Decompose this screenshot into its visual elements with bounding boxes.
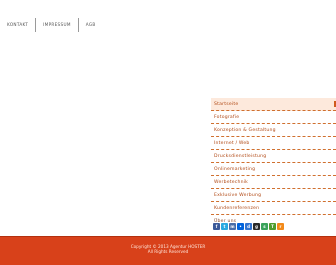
- menu-item-internet-web[interactable]: Internet / Web: [211, 137, 336, 150]
- twitter-icon[interactable]: t: [221, 223, 228, 230]
- nav-link-agb[interactable]: AGB: [79, 18, 103, 32]
- facebook-icon[interactable]: f: [213, 223, 220, 230]
- nav-link-kontakt[interactable]: Kontakt: [0, 18, 37, 32]
- myspace-icon[interactable]: m: [229, 223, 236, 230]
- flickr-icon[interactable]: •: [237, 223, 244, 230]
- menu-item-werbetechnik[interactable]: Werbetechnik: [211, 176, 336, 189]
- menu-item-druck[interactable]: Drucksdienstleistung: [211, 150, 336, 163]
- top-navigation: Kontakt Impressum AGB: [0, 18, 103, 32]
- social-icons: f t m • d g s Tr: [213, 223, 284, 230]
- menu-item-startseite[interactable]: Startseite: [211, 98, 336, 111]
- rights-text: All Rights Reserved: [147, 249, 189, 254]
- rss-icon[interactable]: r: [277, 223, 284, 230]
- menu-item-kundenreferenzen[interactable]: Kundenreferenzen: [211, 202, 336, 215]
- menu-item-fotografie[interactable]: Fotografie: [211, 111, 336, 124]
- menu-item-onlinemarketing[interactable]: Onlinemarketing: [211, 163, 336, 176]
- footer: Copyright © 2013 Agentur HOSTER All Righ…: [0, 236, 336, 265]
- stumbleupon-icon[interactable]: s: [261, 223, 268, 230]
- menu-item-exklusive-werbung[interactable]: Exklusive Werbung: [211, 189, 336, 202]
- side-menu: Startseite Fotografie Konzeption & Gesta…: [211, 98, 336, 228]
- technorati-icon[interactable]: T: [269, 223, 276, 230]
- delicious-icon[interactable]: d: [245, 223, 252, 230]
- digg-icon[interactable]: g: [253, 223, 260, 230]
- nav-link-impressum[interactable]: Impressum: [36, 18, 79, 32]
- menu-item-konzeption[interactable]: Konzeption & Gestaltung: [211, 124, 336, 137]
